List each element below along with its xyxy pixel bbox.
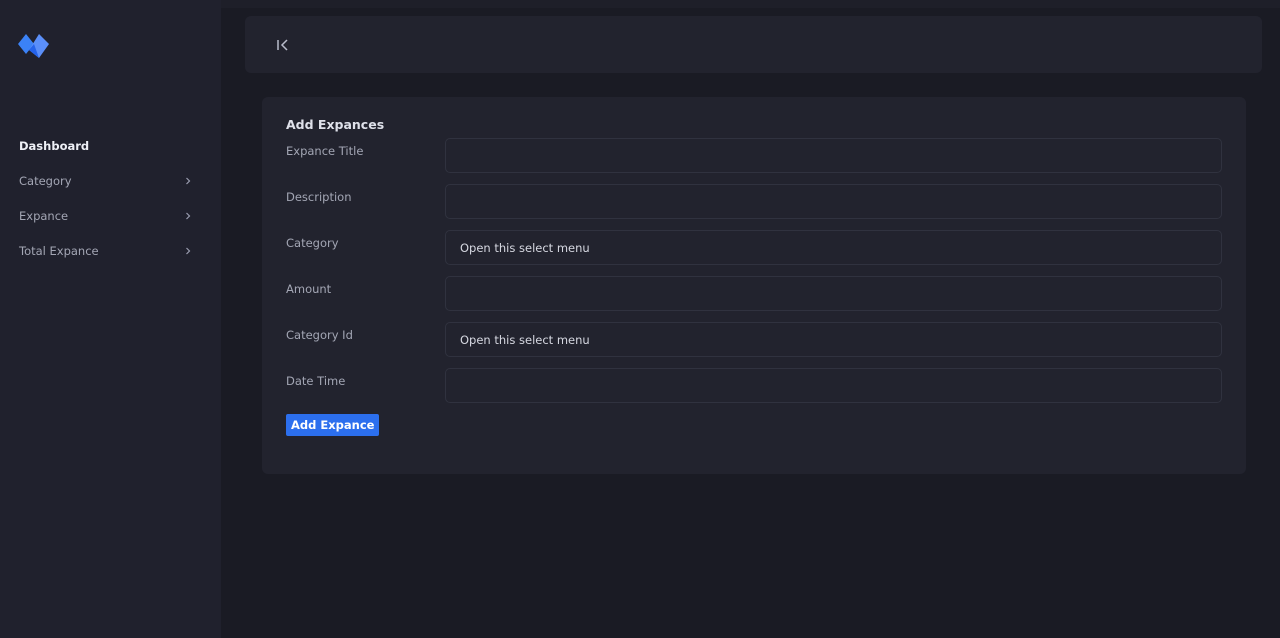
sidebar-item-expance[interactable]: Expance bbox=[0, 198, 221, 233]
sidebar-item-label: Expance bbox=[19, 208, 69, 223]
form-row-date-time: Date Time bbox=[286, 368, 1222, 414]
sidebar: Dashboard Category Expance Total Expance bbox=[0, 0, 221, 638]
date-time-input[interactable] bbox=[445, 368, 1222, 403]
sidebar-item-label: Total Expance bbox=[19, 243, 99, 258]
sidebar-item-category[interactable]: Category bbox=[0, 163, 221, 198]
amount-label: Amount bbox=[286, 282, 332, 296]
sidebar-item-label: Category bbox=[19, 173, 72, 188]
expance-title-input[interactable] bbox=[445, 138, 1222, 173]
sidebar-item-dashboard[interactable]: Dashboard bbox=[0, 128, 221, 163]
chevron-right-icon bbox=[183, 211, 193, 221]
description-label: Description bbox=[286, 190, 352, 204]
main-content: Add Expances Expance Title Description C… bbox=[221, 0, 1280, 638]
app-root: Dashboard Category Expance Total Expance bbox=[0, 0, 1280, 638]
category-select-value: Open this select menu bbox=[460, 240, 590, 255]
category-id-label: Category Id bbox=[286, 328, 353, 342]
sidebar-item-total-expance[interactable]: Total Expance bbox=[0, 233, 221, 268]
collapse-sidebar-icon[interactable] bbox=[275, 37, 291, 53]
chevron-right-icon bbox=[183, 246, 193, 256]
category-id-select-value: Open this select menu bbox=[460, 332, 590, 347]
sidebar-nav: Dashboard Category Expance Total Expance bbox=[0, 128, 221, 268]
category-id-select[interactable]: Open this select menu bbox=[445, 322, 1222, 357]
form-row-expance-title: Expance Title bbox=[286, 138, 1222, 184]
description-input[interactable] bbox=[445, 184, 1222, 219]
date-time-label: Date Time bbox=[286, 374, 346, 388]
form-row-category-id: Category Id Open this select menu bbox=[286, 322, 1222, 368]
expance-title-label: Expance Title bbox=[286, 144, 364, 158]
form-row-amount: Amount bbox=[286, 276, 1222, 322]
chevron-right-icon bbox=[183, 176, 193, 186]
form-row-description: Description bbox=[286, 184, 1222, 230]
category-select[interactable]: Open this select menu bbox=[445, 230, 1222, 265]
top-strip bbox=[221, 0, 1280, 8]
add-expance-button[interactable]: Add Expance bbox=[286, 414, 380, 436]
amount-input[interactable] bbox=[445, 276, 1222, 311]
topbar bbox=[245, 16, 1262, 73]
brand-logo-icon[interactable] bbox=[17, 30, 51, 60]
sidebar-item-label: Dashboard bbox=[19, 138, 90, 153]
form-row-category: Category Open this select menu bbox=[286, 230, 1222, 276]
category-label: Category bbox=[286, 236, 339, 250]
add-expance-form-card: Add Expances Expance Title Description C… bbox=[262, 97, 1246, 474]
form-title: Add Expances bbox=[286, 117, 385, 132]
